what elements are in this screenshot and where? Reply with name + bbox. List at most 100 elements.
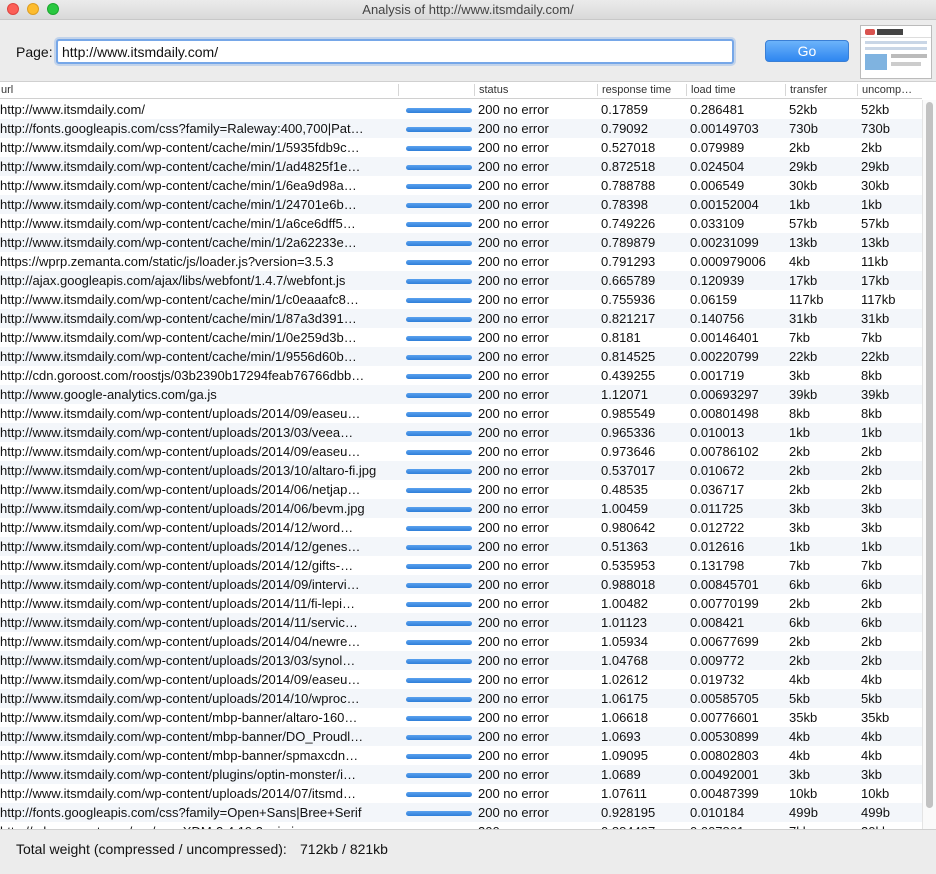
table-row[interactable]: http://www.itsmdaily.com/wp-content/cach… <box>0 157 922 176</box>
table-row[interactable]: http://cdn.goroost.com/roostjs/03b2390b1… <box>0 366 922 385</box>
progress-bar <box>406 811 472 816</box>
url-cell: http://www.itsmdaily.com/wp-content/cach… <box>0 140 360 155</box>
table-row[interactable]: http://www.itsmdaily.com/wp-content/uplo… <box>0 480 922 499</box>
uncompressed-cell: 2kb <box>861 634 882 649</box>
uncompressed-cell: 117kb <box>861 292 896 307</box>
url-cell: http://www.itsmdaily.com/wp-content/uplo… <box>0 672 361 687</box>
table-row[interactable]: http://www.itsmdaily.com/200 no error 0.1… <box>0 100 922 119</box>
table-row[interactable]: http://fonts.googleapis.com/css?family=R… <box>0 119 922 138</box>
status-cell: 200 no error <box>478 178 549 193</box>
response-time-cell: 1.0689 <box>601 767 641 782</box>
response-time-cell: 0.51363 <box>601 539 648 554</box>
table-row[interactable]: http://www.itsmdaily.com/wp-content/mbp-… <box>0 708 922 727</box>
progress-bar <box>406 374 472 379</box>
load-time-cell: 0.286481 <box>690 102 745 117</box>
vertical-scrollbar[interactable] <box>922 100 936 829</box>
response-time-cell: 0.788788 <box>601 178 656 193</box>
status-cell: 200 no error <box>478 463 549 478</box>
column-header-uncompressed[interactable]: uncomp… <box>861 84 921 97</box>
url-cell: http://www.itsmdaily.com/wp-content/uplo… <box>0 596 356 611</box>
column-header-status[interactable]: status <box>478 84 596 97</box>
table-row[interactable]: http://www.itsmdaily.com/wp-content/cach… <box>0 214 922 233</box>
response-time-cell: 0.537017 <box>601 463 656 478</box>
response-time-cell: 0.872518 <box>601 159 656 174</box>
table-row[interactable]: http://www.itsmdaily.com/wp-content/cach… <box>0 309 922 328</box>
progress-bar <box>406 222 472 227</box>
column-header-response-time[interactable]: response time <box>601 84 687 97</box>
table-row[interactable]: http://www.itsmdaily.com/wp-content/uplo… <box>0 575 922 594</box>
table-row[interactable]: http://www.itsmdaily.com/wp-content/uplo… <box>0 689 922 708</box>
load-time-cell: 0.00220799 <box>690 349 759 364</box>
table-row[interactable]: http://www.itsmdaily.com/wp-content/uplo… <box>0 613 922 632</box>
table-row[interactable]: http://fonts.googleapis.com/css?family=O… <box>0 803 922 822</box>
status-cell: 200 no error <box>478 672 549 687</box>
load-time-cell: 0.00149703 <box>690 121 759 136</box>
status-cell: 200 no error <box>478 615 549 630</box>
table-row[interactable]: http://www.itsmdaily.com/wp-content/cach… <box>0 290 922 309</box>
transfer-cell: 3kb <box>789 767 810 782</box>
table-row[interactable]: http://www.itsmdaily.com/wp-content/uplo… <box>0 537 922 556</box>
column-header-transfer[interactable]: transfer <box>789 84 857 97</box>
table-row[interactable]: http://www.itsmdaily.com/wp-content/cach… <box>0 328 922 347</box>
status-cell: 200 no error <box>478 102 549 117</box>
column-header-load-time[interactable]: load time <box>690 84 785 97</box>
table-row[interactable]: http://www.itsmdaily.com/wp-content/uplo… <box>0 404 922 423</box>
url-cell: http://www.itsmdaily.com/wp-content/cach… <box>0 197 357 212</box>
transfer-cell: 3kb <box>789 368 810 383</box>
transfer-cell: 2kb <box>789 140 810 155</box>
table-row[interactable]: http://www.itsmdaily.com/wp-content/plug… <box>0 765 922 784</box>
minimize-window-icon[interactable] <box>27 3 39 15</box>
transfer-cell: 730b <box>789 121 818 136</box>
load-time-cell: 0.012722 <box>690 520 745 535</box>
response-time-cell: 1.09095 <box>601 748 648 763</box>
progress-bar <box>406 469 472 474</box>
page-url-input[interactable] <box>56 39 734 64</box>
table-row[interactable]: http://www.itsmdaily.com/wp-content/uplo… <box>0 670 922 689</box>
table-row[interactable]: http://www.itsmdaily.com/wp-content/uplo… <box>0 651 922 670</box>
scrollbar-thumb[interactable] <box>926 102 933 808</box>
table-row[interactable]: http://www.itsmdaily.com/wp-content/cach… <box>0 233 922 252</box>
load-time-cell: 0.120939 <box>690 273 745 288</box>
table-row[interactable]: http://www.itsmdaily.com/wp-content/cach… <box>0 347 922 366</box>
table-row[interactable]: http://www.itsmdaily.com/wp-content/mbp-… <box>0 727 922 746</box>
table-row[interactable]: https://wprp.zemanta.com/static/js/loade… <box>0 252 922 271</box>
url-cell: http://www.itsmdaily.com/wp-content/uplo… <box>0 425 354 440</box>
status-cell: 200 no error <box>478 653 549 668</box>
status-cell: 200 no error <box>478 539 549 554</box>
table-row[interactable]: http://www.itsmdaily.com/wp-content/uplo… <box>0 423 922 442</box>
status-cell: 200 no error <box>478 482 549 497</box>
load-time-cell: 0.009772 <box>690 653 745 668</box>
uncompressed-cell: 499b <box>861 805 890 820</box>
table-row[interactable]: http://www.itsmdaily.com/wp-content/uplo… <box>0 461 922 480</box>
uncompressed-cell: 30kb <box>861 178 890 193</box>
zoom-window-icon[interactable] <box>47 3 59 15</box>
column-header-url[interactable]: url <box>0 84 396 97</box>
url-cell: http://www.itsmdaily.com/wp-content/uplo… <box>0 558 354 573</box>
table-row[interactable]: http://www.itsmdaily.com/wp-content/uplo… <box>0 499 922 518</box>
transfer-cell: 2kb <box>789 482 810 497</box>
url-cell: http://ajax.googleapis.com/ajax/libs/web… <box>0 273 346 288</box>
table-row[interactable]: http://www.itsmdaily.com/wp-content/uplo… <box>0 594 922 613</box>
table-row[interactable]: http://www.itsmdaily.com/wp-content/uplo… <box>0 784 922 803</box>
go-button[interactable]: Go <box>765 40 849 62</box>
status-cell: 200 no error <box>478 634 549 649</box>
progress-bar <box>406 526 472 531</box>
status-cell: 200 no error <box>478 786 549 801</box>
uncompressed-cell: 4kb <box>861 672 882 687</box>
close-window-icon[interactable] <box>7 3 19 15</box>
table-row[interactable]: http://cdn.goroost.com/css/easyXDM-2.4.1… <box>0 822 922 829</box>
load-time-cell: 0.00492001 <box>690 767 759 782</box>
table-row[interactable]: http://www.itsmdaily.com/wp-content/mbp-… <box>0 746 922 765</box>
table-row[interactable]: http://www.itsmdaily.com/wp-content/cach… <box>0 138 922 157</box>
table-row[interactable]: http://www.itsmdaily.com/wp-content/uplo… <box>0 556 922 575</box>
table-row[interactable]: http://ajax.googleapis.com/ajax/libs/web… <box>0 271 922 290</box>
table-row[interactable]: http://www.itsmdaily.com/wp-content/cach… <box>0 195 922 214</box>
table-row[interactable]: http://www.itsmdaily.com/wp-content/uplo… <box>0 632 922 651</box>
table-row[interactable]: http://www.google-analytics.com/ga.js 200… <box>0 385 922 404</box>
progress-bar <box>406 697 472 702</box>
table-row[interactable]: http://www.itsmdaily.com/wp-content/uplo… <box>0 518 922 537</box>
table-row[interactable]: http://www.itsmdaily.com/wp-content/cach… <box>0 176 922 195</box>
table-row[interactable]: http://www.itsmdaily.com/wp-content/uplo… <box>0 442 922 461</box>
url-cell: http://www.itsmdaily.com/wp-content/cach… <box>0 159 361 174</box>
url-cell: http://www.itsmdaily.com/wp-content/uplo… <box>0 634 361 649</box>
